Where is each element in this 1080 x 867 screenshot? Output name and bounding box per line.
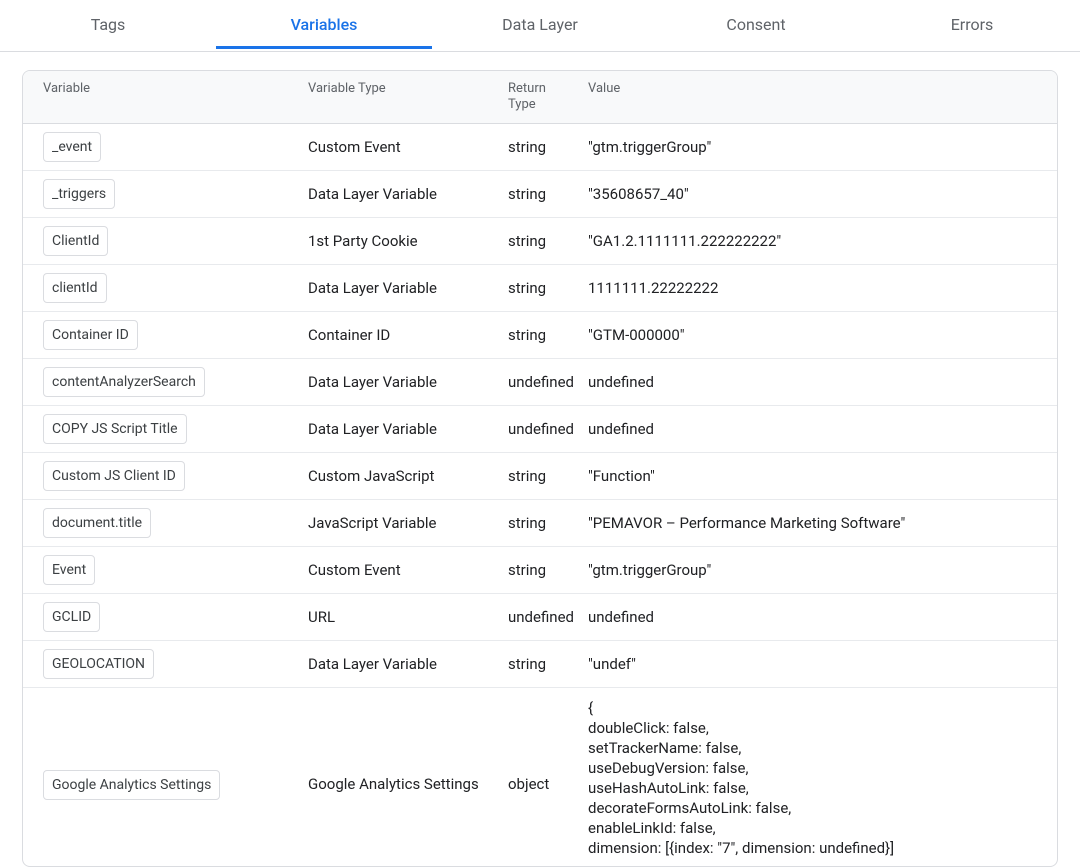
variable-chip[interactable]: GEOLOCATION xyxy=(43,649,154,679)
tabs-bar: TagsVariablesData LayerConsentErrors xyxy=(0,0,1080,52)
return-type: string xyxy=(488,231,568,251)
variable-type: Data Layer Variable xyxy=(288,419,488,439)
variable-chip[interactable]: Event xyxy=(43,555,95,585)
table-row[interactable]: GCLIDURLundefinedundefined xyxy=(23,594,1057,641)
tab-tags[interactable]: Tags xyxy=(0,0,216,51)
return-type: string xyxy=(488,466,568,486)
variable-value: "Function" xyxy=(568,466,1057,486)
table-row[interactable]: COPY JS Script TitleData Layer Variableu… xyxy=(23,406,1057,453)
return-type: undefined xyxy=(488,372,568,392)
variable-type: Container ID xyxy=(288,325,488,345)
variable-value: "undef" xyxy=(568,654,1057,674)
variable-type: JavaScript Variable xyxy=(288,513,488,533)
variable-type: Google Analytics Settings xyxy=(288,698,488,794)
variable-value: undefined xyxy=(568,419,1057,439)
return-type: string xyxy=(488,654,568,674)
variable-value: { doubleClick: false, setTrackerName: fa… xyxy=(568,698,1057,858)
variable-chip[interactable]: Google Analytics Settings xyxy=(43,770,220,800)
tab-consent[interactable]: Consent xyxy=(648,0,864,51)
variable-chip[interactable]: document.title xyxy=(43,508,151,538)
variable-type: Data Layer Variable xyxy=(288,372,488,392)
variable-value: 1111111.22222222 xyxy=(568,278,1057,298)
variable-type: Data Layer Variable xyxy=(288,278,488,298)
return-type: undefined xyxy=(488,419,568,439)
variable-type: Custom Event xyxy=(288,137,488,157)
variable-type: 1st Party Cookie xyxy=(288,231,488,251)
variable-chip[interactable]: ClientId xyxy=(43,226,108,256)
return-type: string xyxy=(488,137,568,157)
tab-data-layer[interactable]: Data Layer xyxy=(432,0,648,51)
variable-type: Data Layer Variable xyxy=(288,184,488,204)
variable-chip[interactable]: GCLID xyxy=(43,602,100,632)
col-header-value[interactable]: Value xyxy=(568,81,1057,113)
variable-chip[interactable]: Custom JS Client ID xyxy=(43,461,185,491)
return-type: string xyxy=(488,325,568,345)
col-header-return-type[interactable]: Return Type xyxy=(488,81,568,113)
variable-value: undefined xyxy=(568,607,1057,627)
table-row[interactable]: Custom JS Client ID Custom JavaScriptstri… xyxy=(23,453,1057,500)
col-header-type[interactable]: Variable Type xyxy=(288,81,488,113)
variable-type: Custom JavaScript xyxy=(288,466,488,486)
table-row[interactable]: contentAnalyzerSearch Data Layer Variable… xyxy=(23,359,1057,406)
variables-table: Variable Variable Type Return Type Value… xyxy=(22,70,1058,867)
table-row[interactable]: document.title JavaScript Variablestring"… xyxy=(23,500,1057,547)
variable-value: "GTM-000000" xyxy=(568,325,1057,345)
variable-chip[interactable]: contentAnalyzerSearch xyxy=(43,367,205,397)
return-type: undefined xyxy=(488,607,568,627)
table-row[interactable]: Google Analytics Settings Google Analytic… xyxy=(23,688,1057,866)
variable-type: Data Layer Variable xyxy=(288,654,488,674)
variable-value: undefined xyxy=(568,372,1057,392)
variable-chip[interactable]: _triggers xyxy=(43,179,115,209)
variable-chip[interactable]: Container ID xyxy=(43,320,138,350)
table-row[interactable]: Event Custom Eventstring"gtm.triggerGroup… xyxy=(23,547,1057,594)
table-row[interactable]: GEOLOCATION Data Layer Variablestring"und… xyxy=(23,641,1057,688)
table-row[interactable]: ClientId 1st Party Cookiestring"GA1.2.111… xyxy=(23,218,1057,265)
variable-chip[interactable]: COPY JS Script Title xyxy=(43,414,187,444)
return-type: string xyxy=(488,278,568,298)
table-header: Variable Variable Type Return Type Value xyxy=(23,71,1057,124)
col-header-variable[interactable]: Variable xyxy=(23,81,288,113)
return-type: string xyxy=(488,513,568,533)
return-type: string xyxy=(488,560,568,580)
table-row[interactable]: clientId Data Layer Variablestring1111111… xyxy=(23,265,1057,312)
tab-variables[interactable]: Variables xyxy=(216,0,432,51)
variable-value: "PEMAVOR – Performance Marketing Softwar… xyxy=(568,513,1057,533)
table-row[interactable]: _event Custom Eventstring"gtm.triggerGrou… xyxy=(23,124,1057,171)
variable-value: "35608657_40" xyxy=(568,184,1057,204)
table-body: _eventCustom Eventstring"gtm.triggerGrou… xyxy=(23,124,1057,866)
variable-chip[interactable]: _event xyxy=(43,132,101,162)
variable-type: Custom Event xyxy=(288,560,488,580)
tab-errors[interactable]: Errors xyxy=(864,0,1080,51)
table-row[interactable]: Container IDContainer IDstring"GTM-00000… xyxy=(23,312,1057,359)
variable-chip[interactable]: clientId xyxy=(43,273,107,303)
table-row[interactable]: _triggers Data Layer Variablestring"35608… xyxy=(23,171,1057,218)
return-type: string xyxy=(488,184,568,204)
variable-type: URL xyxy=(288,607,488,627)
variable-value: "GA1.2.1111111.222222222" xyxy=(568,231,1057,251)
variable-value: "gtm.triggerGroup" xyxy=(568,560,1057,580)
variables-panel: Variable Variable Type Return Type Value… xyxy=(0,52,1080,867)
variable-value: "gtm.triggerGroup" xyxy=(568,137,1057,157)
return-type: object xyxy=(488,698,568,794)
